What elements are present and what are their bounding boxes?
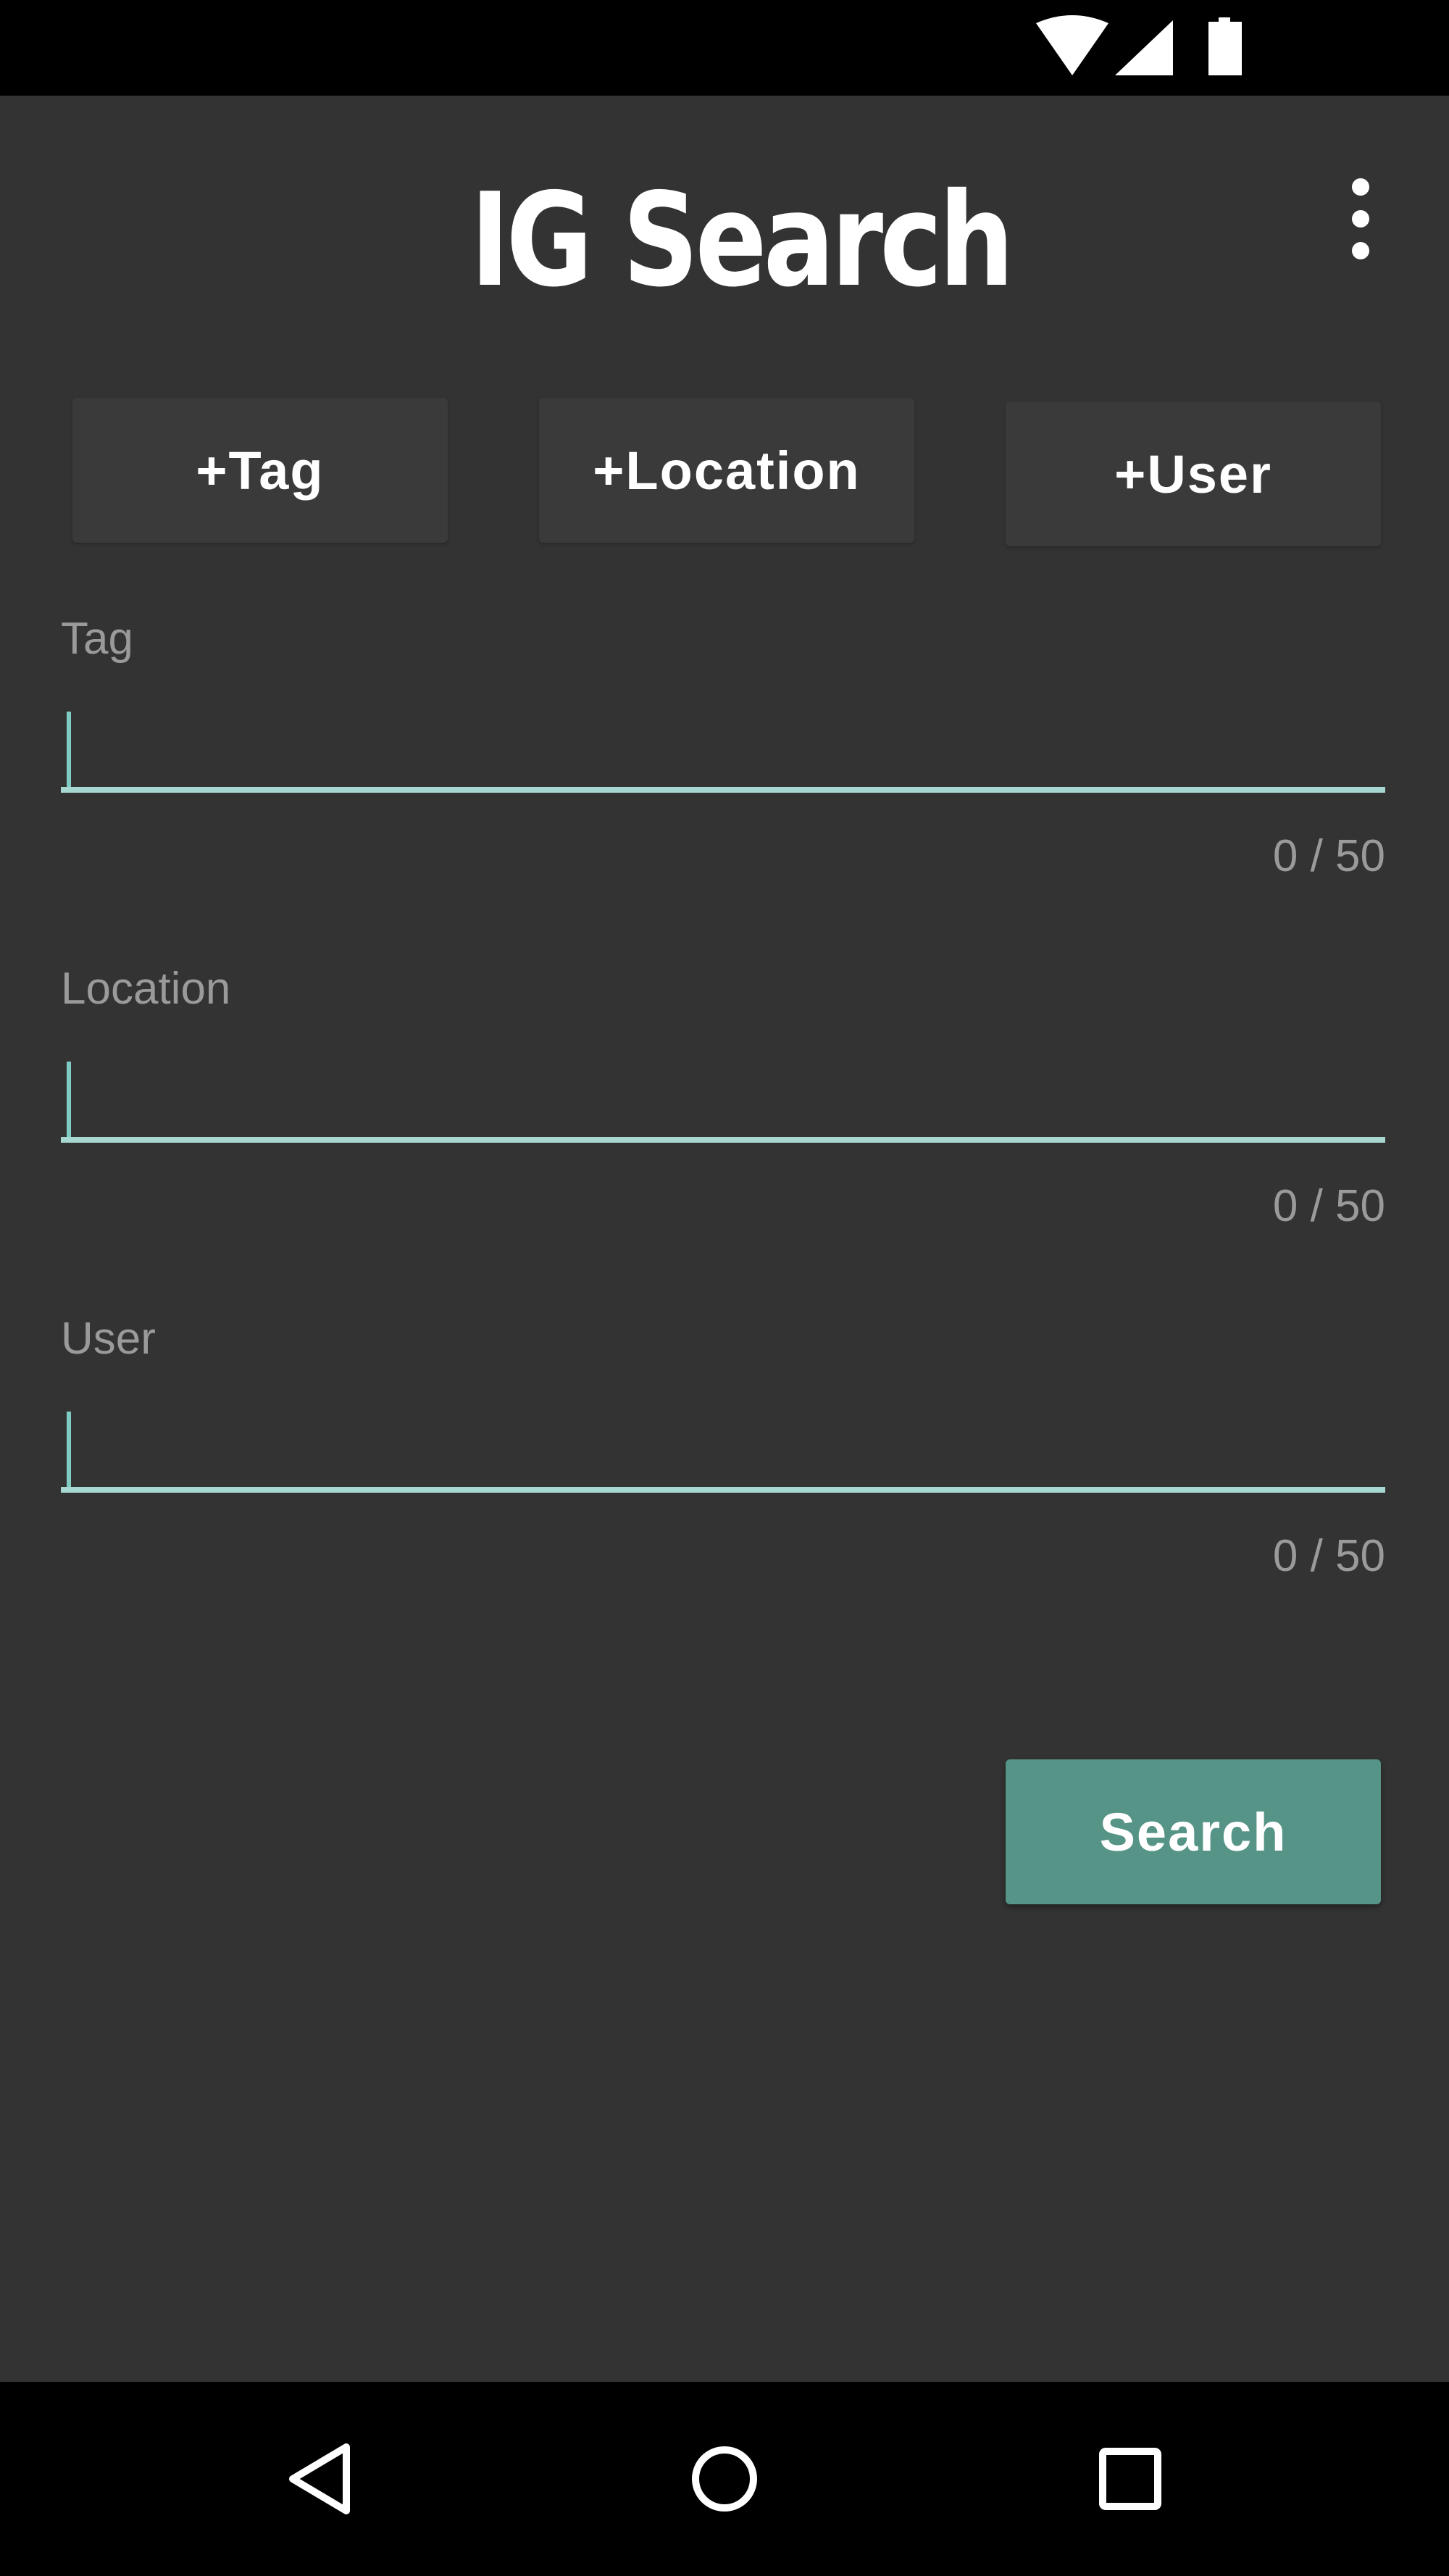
wifi-icon xyxy=(1036,15,1108,75)
location-field: Location 0 / 50 xyxy=(61,960,1385,1264)
location-char-counter: 0 / 50 xyxy=(1272,1181,1385,1231)
add-location-button[interactable]: +Location xyxy=(539,398,914,543)
search-button[interactable]: Search xyxy=(1006,1759,1381,1904)
add-tag-button[interactable]: +Tag xyxy=(72,398,448,543)
text-cursor xyxy=(67,1412,71,1490)
user-char-counter: 0 / 50 xyxy=(1272,1531,1385,1581)
tag-field-underline xyxy=(61,787,1385,793)
back-icon[interactable] xyxy=(249,2382,394,2576)
home-icon[interactable] xyxy=(652,2382,797,2576)
tag-input[interactable] xyxy=(61,675,1385,790)
status-bar xyxy=(0,0,1449,96)
recents-icon[interactable] xyxy=(1058,2382,1203,2576)
text-cursor xyxy=(67,1062,71,1140)
tag-char-counter: 0 / 50 xyxy=(1272,831,1385,881)
signal-icon xyxy=(1115,20,1173,75)
user-input[interactable] xyxy=(61,1375,1385,1490)
tag-field: Tag 0 / 50 xyxy=(61,610,1385,914)
navigation-bar xyxy=(0,2382,1449,2576)
text-cursor xyxy=(67,712,71,790)
location-input[interactable] xyxy=(61,1025,1385,1140)
user-field-label: User xyxy=(61,1314,156,1364)
app-title: IG Search xyxy=(470,165,1014,315)
tag-field-label: Tag xyxy=(61,614,133,664)
app-screen: IG Search +Tag +Location +User Tag 0 / 5… xyxy=(0,96,1449,2382)
user-field: User 0 / 50 xyxy=(61,1310,1385,1614)
location-field-label: Location xyxy=(61,964,231,1014)
battery-icon xyxy=(1208,17,1242,75)
add-user-button[interactable]: +User xyxy=(1006,401,1381,546)
user-field-underline xyxy=(61,1487,1385,1493)
location-field-underline xyxy=(61,1137,1385,1143)
more-vert-icon[interactable] xyxy=(1332,168,1390,270)
